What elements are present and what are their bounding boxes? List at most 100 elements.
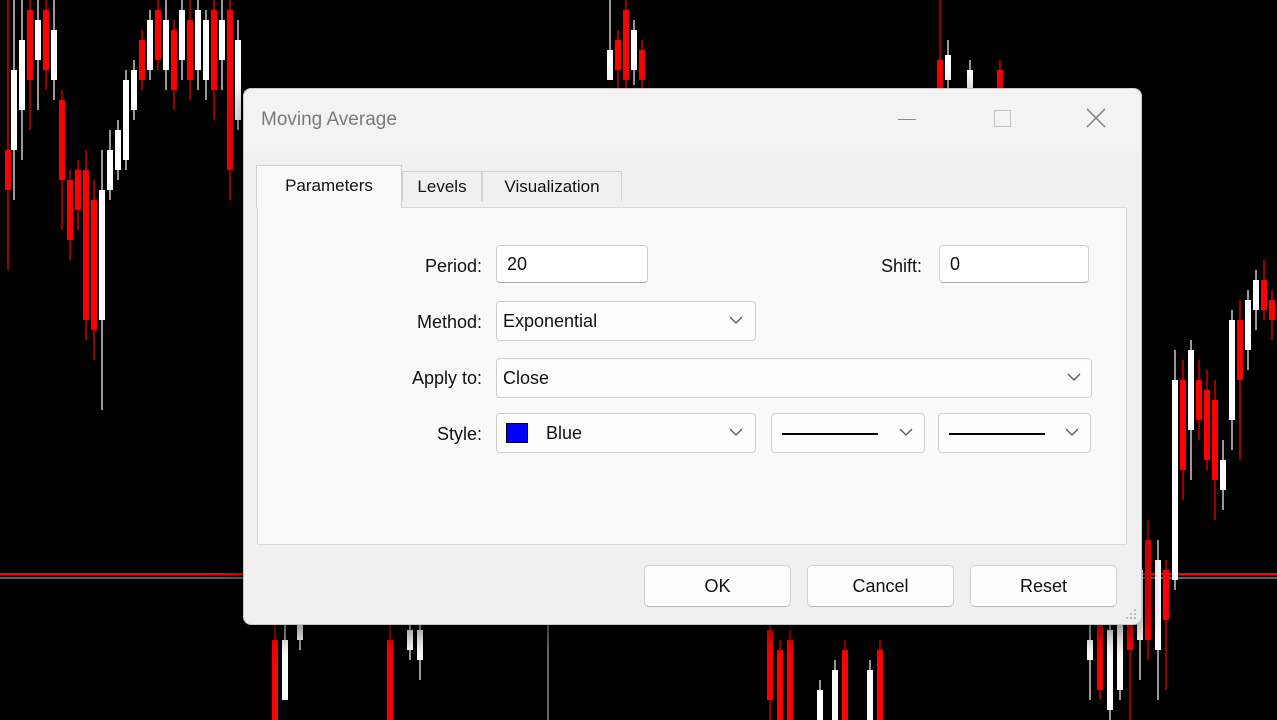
minimize-button[interactable] <box>884 101 930 135</box>
shift-label: Shift: <box>880 256 922 276</box>
candle-body <box>187 20 193 80</box>
method-value: Exponential <box>503 311 598 331</box>
candle-body <box>615 40 621 70</box>
candle-body <box>227 10 233 170</box>
candle-body <box>777 650 783 720</box>
minimize-icon <box>898 119 916 120</box>
maximize-icon <box>994 110 1011 127</box>
candle-body <box>1155 560 1161 650</box>
candle-body <box>997 70 1003 88</box>
candle-body <box>937 60 943 88</box>
candle-body <box>27 10 33 80</box>
candle-body <box>945 55 951 80</box>
moving-average-dialog: Moving Average Parameters Levels Visuali… <box>243 88 1142 625</box>
apply-to-label: Apply to: <box>411 368 482 388</box>
candle-body <box>195 10 201 70</box>
candle-body <box>1117 620 1123 690</box>
candle-body <box>417 630 423 660</box>
tab-visualization[interactable]: Visualization <box>482 171 622 201</box>
candle-body <box>203 20 209 80</box>
candle-body <box>623 10 629 80</box>
candle-body <box>75 170 81 210</box>
candle-body <box>171 30 177 90</box>
candle-body <box>1229 320 1235 420</box>
candle-body <box>1253 280 1259 310</box>
candle-body <box>179 10 185 60</box>
close-button[interactable] <box>1073 101 1119 135</box>
line-style-select[interactable] <box>771 413 925 453</box>
candle-body <box>5 150 11 190</box>
style-color-select[interactable]: Blue <box>496 413 756 453</box>
candle-body <box>123 80 129 160</box>
candle-body <box>163 20 169 70</box>
method-label: Method: <box>416 312 482 332</box>
candle-body <box>1212 400 1218 480</box>
candle-body <box>99 190 105 320</box>
candle-body <box>211 10 217 90</box>
chevron-down-icon <box>729 316 743 324</box>
period-label: Period: <box>424 256 482 276</box>
candle-body <box>407 630 413 650</box>
candle-body <box>83 170 89 320</box>
close-icon <box>1086 108 1106 128</box>
ok-button[interactable]: OK <box>644 565 791 607</box>
method-select[interactable]: Exponential <box>496 301 756 341</box>
parameters-panel: Period: 20 Shift: 0 Method: Exponential … <box>257 207 1127 545</box>
candle-body <box>51 30 57 80</box>
candle-body <box>387 640 393 720</box>
candle-body <box>1245 300 1251 350</box>
candle-body <box>842 650 848 720</box>
candle-body <box>1180 380 1186 470</box>
candle-body <box>1145 540 1151 640</box>
candle-body <box>1172 380 1178 580</box>
candle-body <box>67 180 73 240</box>
candle-body <box>147 20 153 70</box>
candle-body <box>1163 570 1169 620</box>
line-style-glyph <box>782 433 878 435</box>
candle-body <box>1204 390 1210 460</box>
period-input[interactable]: 20 <box>496 245 648 283</box>
candle-body <box>867 670 873 720</box>
chevron-down-icon <box>729 428 743 436</box>
candle-body <box>1220 460 1226 490</box>
candle-body <box>91 200 97 330</box>
candle-body <box>219 20 225 60</box>
tab-levels[interactable]: Levels <box>402 171 482 201</box>
candle-body <box>787 640 793 720</box>
candle-body <box>235 40 241 120</box>
maximize-button[interactable] <box>980 101 1026 135</box>
apply-to-value: Close <box>503 368 550 388</box>
candle-body <box>877 650 883 720</box>
candle-body <box>139 40 145 80</box>
candle-body <box>11 70 17 150</box>
candle-body <box>1107 630 1113 710</box>
line-width-select[interactable] <box>938 413 1091 453</box>
cancel-button[interactable]: Cancel <box>807 565 954 607</box>
resize-grip-icon[interactable] <box>1125 608 1137 620</box>
chevron-down-icon <box>1065 428 1079 436</box>
line-width-glyph <box>949 433 1045 435</box>
style-color-name: Blue <box>546 423 583 443</box>
candle-body <box>832 670 838 720</box>
candle-body <box>817 690 823 720</box>
candle-body <box>1261 280 1267 310</box>
reset-button[interactable]: Reset <box>970 565 1117 607</box>
candle-body <box>282 640 288 700</box>
dialog-title: Moving Average <box>261 109 397 130</box>
candle-body <box>35 20 41 60</box>
title-bar[interactable]: Moving Average <box>244 89 1141 151</box>
candle-body <box>297 625 303 640</box>
candle-body <box>607 50 613 80</box>
chevron-down-icon <box>899 428 913 436</box>
candle-body <box>131 70 137 110</box>
color-swatch <box>506 423 528 443</box>
candle-body <box>107 150 113 190</box>
candle-body <box>115 130 121 170</box>
candle-body <box>19 40 25 110</box>
candle-body <box>59 100 65 180</box>
candle-body <box>1269 300 1275 320</box>
apply-to-select[interactable]: Close <box>496 358 1092 398</box>
shift-input[interactable]: 0 <box>939 245 1089 283</box>
candle-body <box>1196 380 1202 420</box>
tab-parameters[interactable]: Parameters <box>256 165 402 208</box>
